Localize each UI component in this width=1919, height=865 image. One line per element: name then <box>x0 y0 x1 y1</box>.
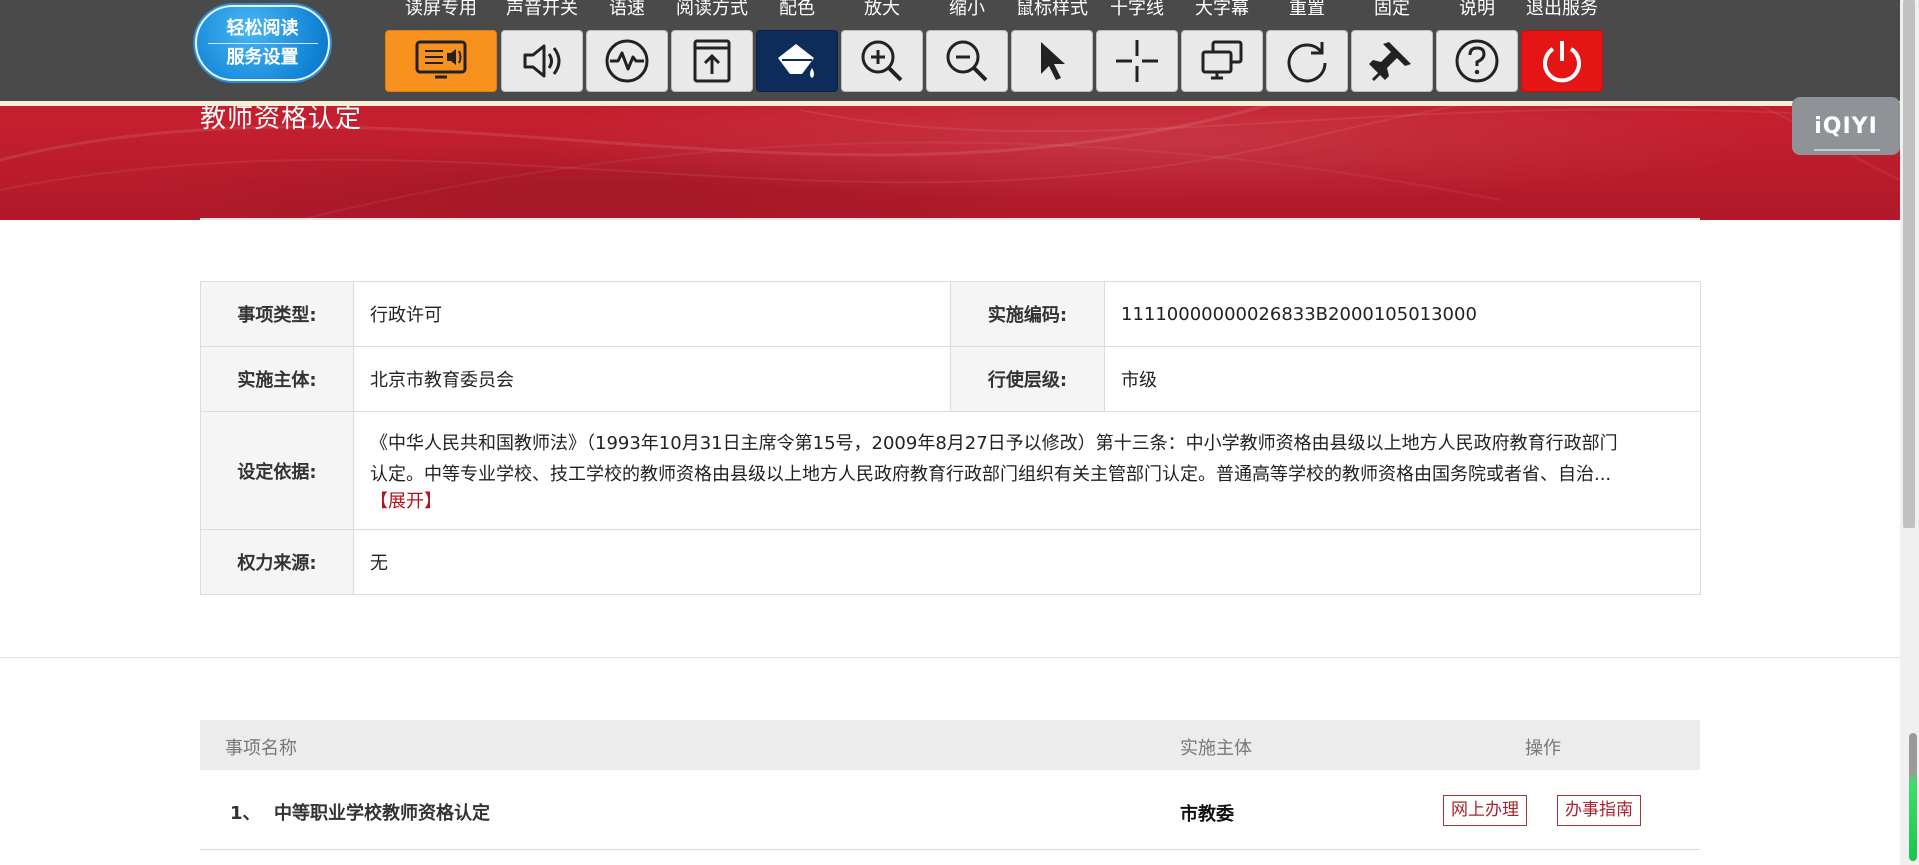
scroll-progress-indicator <box>1909 733 1917 861</box>
list-item: 1、 中等职业学校教师资格认定 市教委 网上办理 办事指南 <box>200 770 1700 850</box>
info-row-type: 事项类型: 行政许可 实施编码: 11110000000026833B20001… <box>200 281 1701 347</box>
label-exit: 退出服务 <box>1526 0 1598 19</box>
header-entity: 实施主体 <box>1180 738 1252 759</box>
reset-button[interactable] <box>1266 30 1348 92</box>
item-list-header: 事项名称 实施主体 操作 <box>200 720 1700 770</box>
logo-line-1: 轻松阅读 <box>226 18 299 39</box>
info-row-power: 权力来源: 无 <box>200 529 1701 595</box>
reset-icon <box>1287 42 1327 83</box>
zoom-out-button[interactable] <box>926 30 1008 92</box>
color-scheme-button[interactable] <box>756 30 838 92</box>
crosshair-icon <box>1116 40 1158 82</box>
basis-line-2: 认定。中等专业学校、技工学校的教师资格由县级以上地方人民政府教育行政部门组织有关… <box>370 463 1612 485</box>
label-zoom-out: 缩小 <box>949 0 985 19</box>
type-label: 事项类型: <box>200 281 354 347</box>
color-bucket-icon <box>778 44 814 78</box>
accessibility-toolbar: 轻松阅读 服务设置 读屏专用 声音开关 语速 阅读方式 配色 放大 缩小 鼠标样… <box>0 0 1900 106</box>
section-divider <box>0 657 1900 658</box>
service-guide-button[interactable]: 办事指南 <box>1557 795 1641 826</box>
speech-rate-button[interactable] <box>586 30 668 92</box>
info-row-subject: 实施主体: 北京市教育委员会 行使层级: 市级 <box>200 346 1701 412</box>
iqiyi-widget[interactable]: iQIYI <box>1792 97 1900 155</box>
reading-mode-icon <box>693 39 731 83</box>
pin-button[interactable] <box>1351 30 1433 92</box>
cursor-style-button[interactable] <box>1011 30 1093 92</box>
online-apply-button[interactable]: 网上办理 <box>1443 795 1527 826</box>
caption-screen-icon <box>1201 40 1243 80</box>
subject-label: 实施主体: <box>200 346 354 412</box>
screen-reader-icon <box>415 40 467 79</box>
row-entity: 市教委 <box>1180 804 1234 825</box>
help-icon <box>1455 39 1499 83</box>
level-value: 市级 <box>1104 346 1701 412</box>
label-reading-mode: 阅读方式 <box>676 0 748 19</box>
power-value: 无 <box>353 529 1701 595</box>
label-color-scheme: 配色 <box>779 0 815 19</box>
logo-line-2: 服务设置 <box>226 47 299 68</box>
row-index: 1、 <box>230 803 261 824</box>
large-caption-button[interactable] <box>1181 30 1263 92</box>
basis-cell: 《中华人民共和国教师法》（1993年10月31日主席令第15号，2009年8月2… <box>353 411 1701 530</box>
screen-reader-button[interactable] <box>385 30 497 92</box>
basis-line-1: 《中华人民共和国教师法》（1993年10月31日主席令第15号，2009年8月2… <box>370 432 1618 454</box>
sound-toggle-button[interactable] <box>501 30 583 92</box>
header-item-name: 事项名称 <box>225 738 297 759</box>
subject-value: 北京市教育委员会 <box>353 346 951 412</box>
level-label: 行使层级: <box>950 346 1105 412</box>
basis-label: 设定依据: <box>200 411 354 530</box>
code-label: 实施编码: <box>950 281 1105 347</box>
label-zoom-in: 放大 <box>864 0 900 19</box>
type-value: 行政许可 <box>353 281 951 347</box>
speaker-icon <box>523 44 561 78</box>
iqiyi-underline <box>1814 149 1880 151</box>
code-value: 11110000000026833B2000105013000 <box>1104 281 1701 347</box>
header-action: 操作 <box>1525 738 1561 759</box>
reading-mode-button[interactable] <box>671 30 753 92</box>
label-large-caption: 大字幕 <box>1195 0 1249 19</box>
power-icon <box>1543 41 1581 83</box>
scrollbar-thumb[interactable] <box>1903 0 1915 528</box>
crosshair-button[interactable] <box>1096 30 1178 92</box>
label-cursor-style: 鼠标样式 <box>1016 0 1088 19</box>
iqiyi-logo: iQIYI <box>1814 113 1878 139</box>
zoom-out-icon <box>946 40 988 82</box>
label-pin: 固定 <box>1374 0 1410 19</box>
zoom-in-button[interactable] <box>841 30 923 92</box>
cursor-icon <box>1041 42 1065 80</box>
row-item-name[interactable]: 中等职业学校教师资格认定 <box>274 799 490 825</box>
power-label: 权力来源: <box>200 529 354 595</box>
help-button[interactable] <box>1436 30 1518 92</box>
easy-reading-settings-button[interactable]: 轻松阅读 服务设置 <box>195 5 330 81</box>
exit-service-button[interactable] <box>1521 30 1603 92</box>
label-crosshair: 十字线 <box>1110 0 1164 19</box>
item-info-table: 事项类型: 行政许可 实施编码: 11110000000026833B20001… <box>200 281 1701 595</box>
banner-divider <box>200 218 1700 220</box>
label-screen-reader: 读屏专用 <box>405 0 477 19</box>
label-speech-rate: 语速 <box>609 0 645 19</box>
label-help: 说明 <box>1459 0 1495 19</box>
expand-link[interactable]: 【展开】 <box>370 491 442 512</box>
label-sound-toggle: 声音开关 <box>506 0 578 19</box>
info-row-basis: 设定依据: 《中华人民共和国教师法》（1993年10月31日主席令第15号，20… <box>200 411 1701 530</box>
label-reset: 重置 <box>1289 0 1325 19</box>
pin-icon <box>1369 42 1411 82</box>
speed-wave-icon <box>605 39 649 83</box>
zoom-in-icon <box>861 40 903 82</box>
